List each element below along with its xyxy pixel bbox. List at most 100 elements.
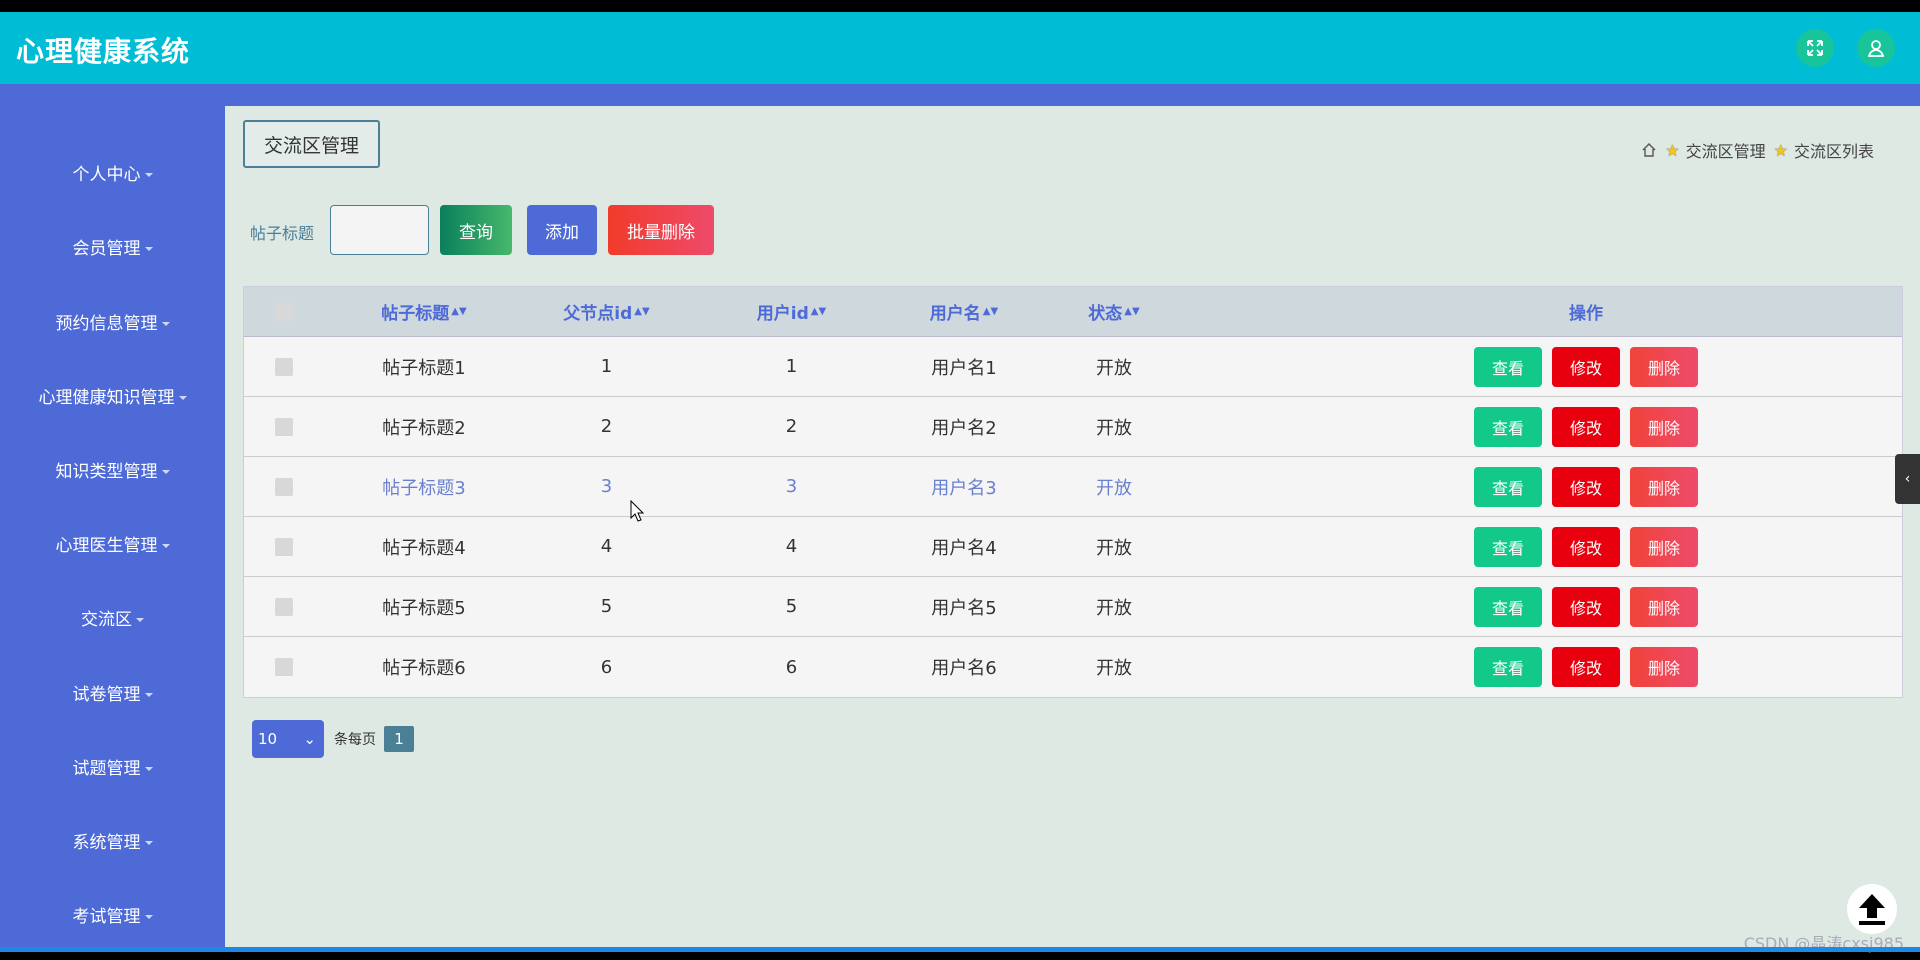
col-header-status[interactable]: 状态 ▲▼ xyxy=(1039,287,1189,336)
title-search-input[interactable] xyxy=(330,205,429,255)
row-actions: 查看 修改 删除 xyxy=(1474,577,1698,636)
sidebar-item-label: 交流区 xyxy=(81,610,132,630)
row-checkbox[interactable] xyxy=(274,637,294,697)
caret-down-icon xyxy=(144,693,153,697)
checkbox-box xyxy=(275,597,293,616)
sidebar-item-label: 试卷管理 xyxy=(72,685,141,705)
sidebar-item-doctors[interactable]: 心理医生管理 xyxy=(0,531,225,556)
caret-down-icon xyxy=(161,322,170,326)
edit-button[interactable]: 修改 xyxy=(1552,406,1620,447)
sidebar-item-questions[interactable]: 试题管理 xyxy=(0,754,225,779)
cell-status: 开放 xyxy=(1096,597,1132,619)
row-checkbox[interactable] xyxy=(274,517,294,576)
sort-icon: ▲▼ xyxy=(634,306,650,317)
bottom-progress-line xyxy=(0,947,1920,952)
edit-button[interactable]: 修改 xyxy=(1552,346,1620,387)
view-button[interactable]: 查看 xyxy=(1474,466,1542,507)
view-button[interactable]: 查看 xyxy=(1474,647,1542,687)
back-to-top-button[interactable] xyxy=(1847,884,1897,934)
col-header-username[interactable]: 用户名 ▲▼ xyxy=(874,287,1054,336)
user-icon xyxy=(1867,40,1885,57)
checkbox-box xyxy=(275,357,293,376)
sidebar-item-label: 系统管理 xyxy=(72,833,141,853)
sidebar-item-papers[interactable]: 试卷管理 xyxy=(0,680,225,705)
delete-button[interactable]: 删除 xyxy=(1630,647,1698,687)
breadcrumb-item[interactable]: 交流区管理 xyxy=(1686,138,1766,162)
cell-status: 开放 xyxy=(1096,537,1132,559)
cell-title: 帖子标题4 xyxy=(382,537,466,559)
cell-status: 开放 xyxy=(1096,658,1132,679)
home-icon[interactable] xyxy=(1641,142,1657,158)
user-button[interactable] xyxy=(1857,29,1895,67)
top-bar: 心理健康系统 xyxy=(0,12,1920,84)
edit-button[interactable]: 修改 xyxy=(1552,466,1620,507)
page-title: 交流区管理 xyxy=(243,120,380,168)
table-row: 帖子标题1 1 1 用户名1 开放 查看 修改 删除 xyxy=(244,337,1902,397)
row-actions: 查看 修改 删除 xyxy=(1474,457,1698,516)
cell-userid: 1 xyxy=(785,356,798,377)
sidebar-item-exams[interactable]: 考试管理 xyxy=(0,902,225,927)
breadcrumb: ★ 交流区管理 ★ 交流区列表 xyxy=(1641,138,1874,162)
row-checkbox[interactable] xyxy=(274,397,294,456)
table-row: 帖子标题5 5 5 用户名5 开放 查看 修改 删除 xyxy=(244,577,1902,637)
chevron-down-icon: ⌄ xyxy=(303,730,316,748)
sidebar-item-appointments[interactable]: 预约信息管理 xyxy=(0,309,225,334)
cell-username: 用户名3 xyxy=(931,477,997,499)
delete-button[interactable]: 删除 xyxy=(1630,406,1698,447)
table-row: 帖子标题2 2 2 用户名2 开放 查看 修改 删除 xyxy=(244,397,1902,457)
table-row: 帖子标题6 6 6 用户名6 开放 查看 修改 删除 xyxy=(244,637,1902,697)
edit-button[interactable]: 修改 xyxy=(1552,647,1620,687)
fullscreen-button[interactable] xyxy=(1796,29,1834,67)
per-page-label: 条每页 xyxy=(334,732,376,748)
row-checkbox[interactable] xyxy=(274,457,294,516)
view-button[interactable]: 查看 xyxy=(1474,406,1542,447)
edit-button[interactable]: 修改 xyxy=(1552,526,1620,567)
col-header-ops: 操作 xyxy=(1569,304,1603,324)
view-button[interactable]: 查看 xyxy=(1474,586,1542,627)
sidebar-item-personal-center[interactable]: 个人中心 xyxy=(0,160,225,185)
sidebar: 个人中心 会员管理 预约信息管理 心理健康知识管理 知识类型管理 心理医生管理 … xyxy=(0,106,225,947)
collapse-tab[interactable]: ‹ xyxy=(1895,454,1920,504)
row-checkbox[interactable] xyxy=(274,577,294,636)
sort-icon: ▲▼ xyxy=(810,306,827,317)
caret-down-icon xyxy=(136,618,144,622)
delete-button[interactable]: 删除 xyxy=(1630,526,1698,567)
sidebar-item-knowledge[interactable]: 心理健康知识管理 xyxy=(0,383,225,408)
cell-username: 用户名1 xyxy=(931,357,997,379)
page-size-select[interactable]: 10 ⌄ xyxy=(252,720,324,758)
sidebar-item-system[interactable]: 系统管理 xyxy=(0,828,225,853)
sidebar-item-members[interactable]: 会员管理 xyxy=(0,234,225,259)
cell-status: 开放 xyxy=(1096,357,1132,379)
table-row: 帖子标题4 4 4 用户名4 开放 查看 修改 删除 xyxy=(244,517,1902,577)
row-actions: 查看 修改 删除 xyxy=(1474,637,1698,697)
pagination: 10 ⌄ 条每页 1 xyxy=(252,720,414,758)
row-checkbox[interactable] xyxy=(274,337,294,396)
bulk-delete-button[interactable]: 批量删除 xyxy=(608,205,714,255)
query-button[interactable]: 查询 xyxy=(440,205,512,255)
app-title: 心理健康系统 xyxy=(16,35,191,68)
cell-title: 帖子标题5 xyxy=(382,597,466,619)
sidebar-item-forum[interactable]: 交流区 xyxy=(0,605,225,630)
select-all-checkbox[interactable] xyxy=(274,287,294,336)
sidebar-item-knowledge-types[interactable]: 知识类型管理 xyxy=(0,457,225,482)
delete-button[interactable]: 删除 xyxy=(1630,346,1698,387)
col-header-parent[interactable]: 父节点id ▲▼ xyxy=(514,287,699,336)
col-header-userid[interactable]: 用户id ▲▼ xyxy=(699,287,884,336)
delete-button[interactable]: 删除 xyxy=(1630,466,1698,507)
sort-icon: ▲▼ xyxy=(1124,306,1140,317)
col-header-title[interactable]: 帖子标题 ▲▼ xyxy=(324,287,524,336)
header-label: 用户id xyxy=(756,304,809,324)
cell-userid: 5 xyxy=(785,596,798,617)
cell-username: 用户名2 xyxy=(931,417,997,439)
add-button[interactable]: 添加 xyxy=(527,205,597,255)
cell-title: 帖子标题2 xyxy=(382,417,466,439)
cell-userid: 3 xyxy=(785,476,798,497)
view-button[interactable]: 查看 xyxy=(1474,526,1542,567)
edit-button[interactable]: 修改 xyxy=(1552,586,1620,627)
cell-parent: 5 xyxy=(600,596,613,617)
sidebar-item-label: 预约信息管理 xyxy=(55,314,158,334)
view-button[interactable]: 查看 xyxy=(1474,346,1542,387)
page-number[interactable]: 1 xyxy=(384,726,414,752)
cell-title: 帖子标题1 xyxy=(382,357,466,379)
delete-button[interactable]: 删除 xyxy=(1630,586,1698,627)
